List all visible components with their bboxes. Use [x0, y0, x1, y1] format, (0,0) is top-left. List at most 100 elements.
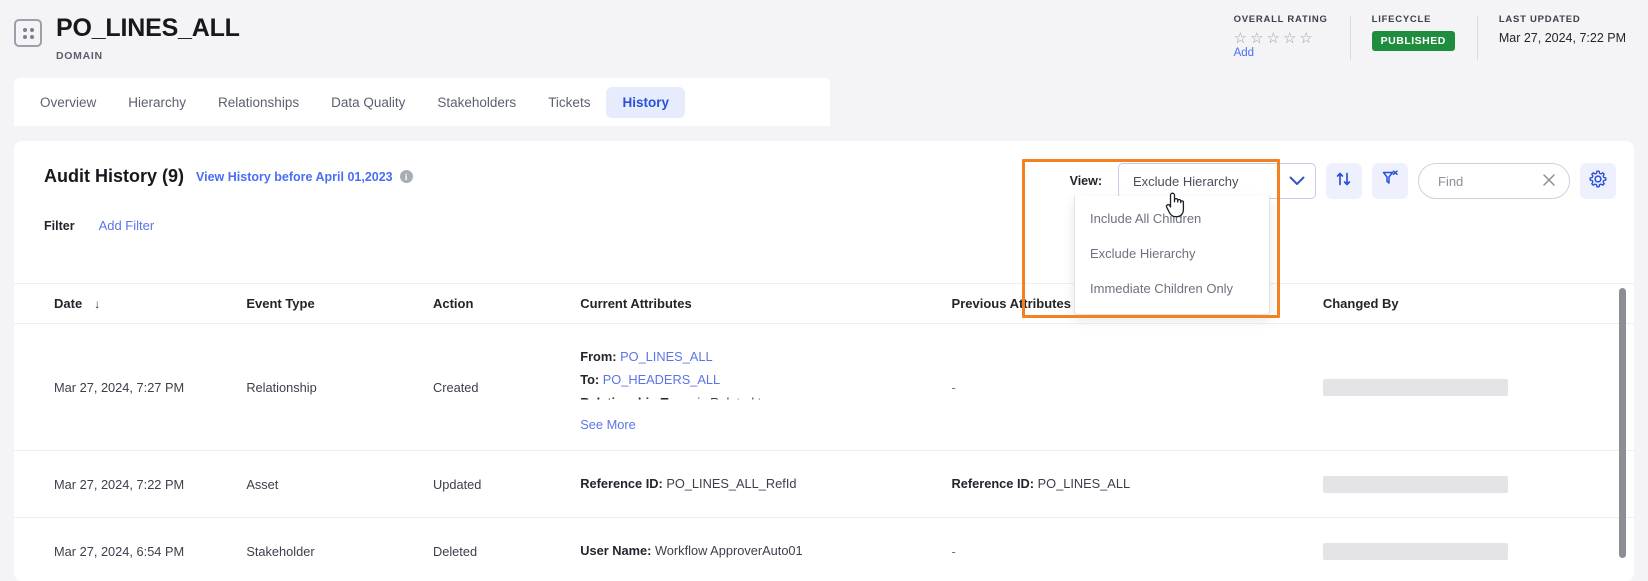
view-select[interactable]: Exclude Hierarchy: [1118, 163, 1316, 199]
attribute-value: is Related to: [697, 395, 769, 410]
cell-date: Mar 27, 2024, 7:22 PM: [14, 450, 247, 518]
empty-value: -: [951, 379, 956, 395]
cell-current-attributes: From: PO_LINES_ALL To: PO_HEADERS_ALL Re…: [580, 323, 952, 451]
last-updated-value: Mar 27, 2024, 7:22 PM: [1498, 31, 1626, 45]
asset-subtype-label: DOMAIN: [56, 50, 103, 62]
cell-event-type: Stakeholder: [246, 517, 433, 581]
lifecycle-block: LIFECYCLE PUBLISHED: [1349, 14, 1477, 62]
table-body: Mar 27, 2024, 7:27 PM Relationship Creat…: [14, 323, 1634, 581]
add-rating-link[interactable]: Add: [1234, 47, 1328, 59]
cell-event-type: Asset: [246, 450, 433, 518]
column-header-changed-by[interactable]: Changed By: [1322, 283, 1634, 324]
redacted-value: [1322, 378, 1508, 396]
settings-button[interactable]: [1580, 163, 1616, 199]
info-icon[interactable]: i: [399, 170, 413, 183]
tab-overview[interactable]: Overview: [24, 87, 112, 118]
cell-date: Mar 27, 2024, 7:27 PM: [14, 323, 247, 451]
sort-descending-icon: ↓: [94, 297, 101, 311]
attribute-line-from: From: PO_LINES_ALL: [580, 349, 951, 365]
star-icon[interactable]: ☆: [1234, 31, 1247, 46]
view-select-value: Exclude Hierarchy: [1133, 173, 1239, 189]
tab-data-quality[interactable]: Data Quality: [315, 87, 421, 118]
search-input[interactable]: [1436, 172, 1532, 190]
column-header-event-type[interactable]: Event Type: [246, 283, 433, 324]
status-badge: PUBLISHED: [1371, 31, 1455, 51]
attribute-key: From:: [580, 349, 617, 364]
see-more-link[interactable]: See More: [580, 417, 635, 432]
column-header-date[interactable]: Date ↓: [14, 283, 247, 324]
audit-history-header: Audit History (9) View History before Ap…: [14, 141, 1634, 243]
cell-current-attributes: Reference ID: PO_LINES_ALL_RefId: [580, 450, 952, 518]
find-search-box[interactable]: [1418, 163, 1570, 199]
attribute-value-link[interactable]: PO_LINES_ALL: [620, 349, 712, 364]
tab-stakeholders[interactable]: Stakeholders: [421, 87, 532, 118]
attribute-line-user-name: User Name: Workflow ApproverAuto01: [580, 543, 951, 559]
dropdown-option-include-all-children[interactable]: Include All Children: [1075, 201, 1269, 236]
star-icon[interactable]: ☆: [1250, 31, 1263, 46]
audit-history-table: Date ↓ Event Type Action Current Attribut…: [14, 283, 1634, 581]
sort-button[interactable]: [1326, 163, 1362, 199]
table-row[interactable]: Mar 27, 2024, 7:22 PM Asset Updated Refe…: [14, 450, 1634, 518]
close-icon[interactable]: [1542, 173, 1556, 190]
last-updated-label: LAST UPDATED: [1498, 14, 1581, 25]
view-history-link[interactable]: View History before April 01,2023: [196, 170, 393, 184]
filter-row: Filter Add Filter: [44, 218, 154, 233]
page-title: PO_LINES_ALL: [56, 14, 240, 42]
asset-tabbar: Overview Hierarchy Relationships Data Qu…: [14, 78, 830, 126]
dropdown-option-exclude-hierarchy[interactable]: Exclude Hierarchy: [1075, 236, 1269, 271]
cell-changed-by: [1322, 517, 1634, 581]
add-filter-button[interactable]: Add Filter: [99, 218, 155, 233]
asset-meta-group: OVERALL RATING ☆ ☆ ☆ ☆ ☆ Add LIFECYCLE P…: [1212, 14, 1648, 66]
cell-changed-by: [1322, 450, 1634, 518]
overall-rating-block: OVERALL RATING ☆ ☆ ☆ ☆ ☆ Add: [1212, 14, 1350, 62]
star-icon[interactable]: ☆: [1266, 31, 1279, 46]
vertical-scrollbar-thumb[interactable]: [1619, 288, 1626, 558]
app-page: PO_LINES_ALL DOMAIN OVERALL RATING ☆ ☆ ☆…: [0, 0, 1648, 581]
audit-title-row: Audit History (9) View History before Ap…: [44, 166, 413, 187]
cell-current-attributes: User Name: Workflow ApproverAuto01: [580, 517, 952, 581]
rating-stars[interactable]: ☆ ☆ ☆ ☆ ☆: [1234, 31, 1328, 46]
attribute-line-to: To: PO_HEADERS_ALL: [580, 372, 951, 388]
redacted-value: [1322, 542, 1508, 560]
asset-identity: PO_LINES_ALL DOMAIN: [14, 13, 240, 62]
clear-filter-button[interactable]: [1372, 163, 1408, 199]
star-icon[interactable]: ☆: [1283, 31, 1296, 46]
column-header-action[interactable]: Action: [432, 283, 581, 324]
column-header-date-label: Date: [54, 296, 83, 311]
view-select-dropdown[interactable]: Include All Children Exclude Hierarchy I…: [1074, 196, 1270, 315]
table-row[interactable]: Mar 27, 2024, 7:27 PM Relationship Creat…: [14, 323, 1634, 451]
lifecycle-label: LIFECYCLE: [1371, 14, 1432, 25]
cell-event-type: Relationship: [246, 323, 433, 451]
dropdown-option-immediate-children-only[interactable]: Immediate Children Only: [1075, 271, 1269, 306]
attribute-key: Relationship Type:: [580, 395, 694, 410]
asset-header: PO_LINES_ALL DOMAIN OVERALL RATING ☆ ☆ ☆…: [0, 0, 1648, 78]
attribute-value-link[interactable]: PO_HEADERS_ALL: [603, 372, 720, 387]
filter-remove-icon: [1381, 169, 1400, 193]
column-header-current-attributes[interactable]: Current Attributes: [580, 283, 952, 324]
sort-arrows-icon: [1335, 170, 1353, 193]
star-icon[interactable]: ☆: [1299, 31, 1312, 46]
table-row[interactable]: Mar 27, 2024, 6:54 PM Stakeholder Delete…: [14, 517, 1634, 581]
filter-label: Filter: [44, 218, 75, 233]
cell-previous-attributes: Reference ID: PO_LINES_ALL: [951, 450, 1323, 518]
audit-toolbar: View: Exclude Hierarchy: [1070, 163, 1616, 199]
table-header: Date ↓ Event Type Action Current Attribut…: [14, 283, 1634, 324]
view-label: View:: [1069, 174, 1102, 188]
attribute-value: PO_LINES_ALL: [1037, 476, 1131, 491]
attribute-value: Workflow ApproverAuto01: [654, 543, 803, 558]
tab-history[interactable]: History: [606, 86, 685, 118]
audit-history-title: Audit History (9): [44, 166, 185, 186]
cell-action: Deleted: [432, 517, 581, 581]
tab-tickets[interactable]: Tickets: [532, 87, 606, 118]
attribute-line-relationship-type: Relationship Type: is Related to: [580, 395, 951, 410]
overall-rating-label: OVERALL RATING: [1233, 14, 1328, 25]
cell-previous-attributes: -: [951, 517, 1323, 581]
cell-previous-attributes: -: [951, 323, 1323, 451]
gear-icon: [1588, 169, 1608, 194]
tab-hierarchy[interactable]: Hierarchy: [112, 87, 202, 118]
attribute-key: Reference ID:: [580, 476, 663, 491]
last-updated-block: LAST UPDATED Mar 27, 2024, 7:22 PM: [1476, 14, 1648, 62]
chevron-down-icon: [1289, 174, 1305, 188]
tab-relationships[interactable]: Relationships: [202, 87, 315, 118]
attribute-stack: From: PO_LINES_ALL To: PO_HEADERS_ALL Re…: [580, 342, 951, 414]
